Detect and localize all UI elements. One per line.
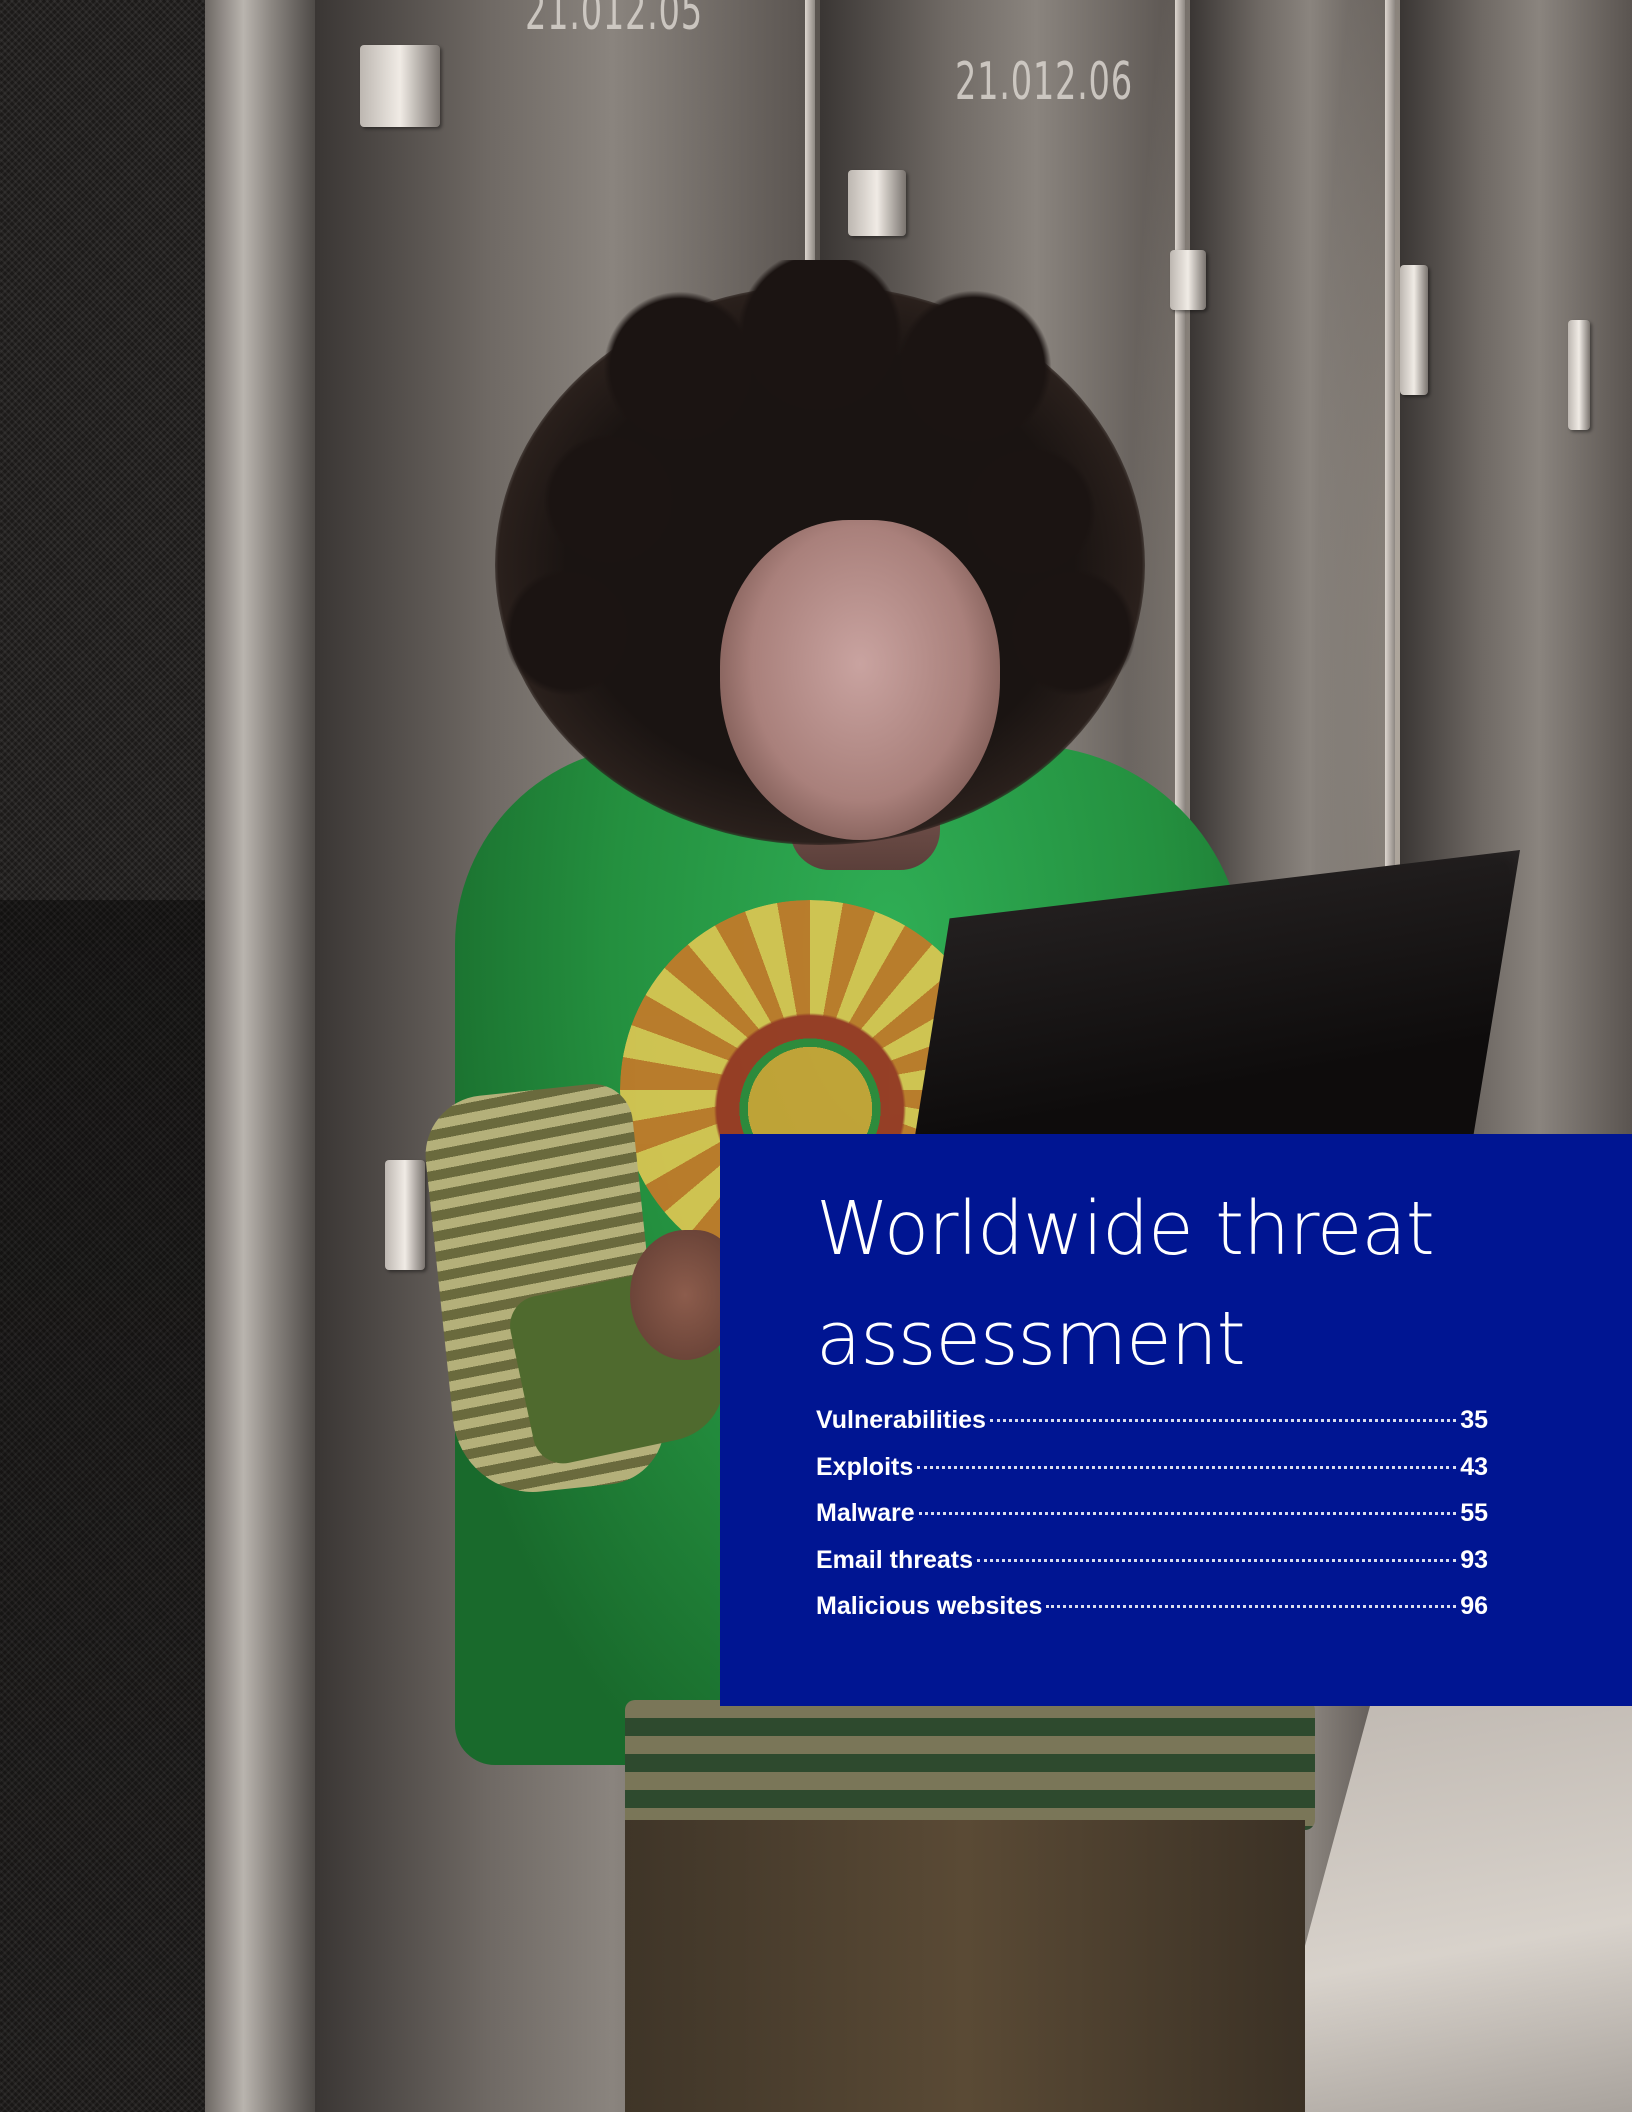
shirt-stripes	[625, 1700, 1315, 1830]
rack-number-label: 21.012.06	[955, 52, 1133, 112]
rack-handle	[360, 45, 440, 127]
rack-handle	[1568, 320, 1590, 430]
dot-leader	[1046, 1605, 1457, 1608]
dot-leader	[917, 1465, 1457, 1469]
toc-entry-page: 96	[1460, 1592, 1488, 1620]
toc-entry-page: 35	[1460, 1406, 1488, 1434]
contents-panel: Worldwide threat assessment Vulnerabilit…	[720, 1134, 1632, 1706]
rack-post	[205, 0, 315, 2112]
table-of-contents: Vulnerabilities 35 Exploits 43 Malware 5…	[816, 1406, 1488, 1639]
section-title: Worldwide threat assessment	[816, 1186, 1435, 1382]
rack-handle	[1170, 250, 1206, 310]
rack-number-label: 21.012.05	[525, 0, 703, 42]
background-photo: 21.012.05 21.012.06	[0, 0, 1632, 2112]
toc-entry-label: Exploits	[816, 1452, 914, 1481]
toc-entry-malware[interactable]: Malware 55	[816, 1499, 1488, 1546]
rack-handle	[385, 1160, 425, 1270]
toc-entry-label: Malware	[816, 1499, 915, 1527]
dot-leader	[918, 1512, 1457, 1515]
toc-entry-page: 93	[1460, 1545, 1488, 1574]
mesh-shadow	[0, 900, 215, 2112]
dot-leader	[977, 1558, 1457, 1562]
toc-entry-page: 43	[1460, 1452, 1488, 1481]
toc-entry-label: Vulnerabilities	[816, 1406, 986, 1434]
toc-entry-vulnerabilities[interactable]: Vulnerabilities 35	[816, 1406, 1488, 1453]
dot-leader	[989, 1419, 1457, 1422]
rack-handle	[1400, 265, 1428, 395]
rack-handle	[848, 170, 906, 236]
toc-entry-exploits[interactable]: Exploits 43	[816, 1453, 1488, 1500]
toc-entry-page: 55	[1460, 1499, 1488, 1527]
toc-entry-label: Malicious websites	[816, 1592, 1043, 1620]
person-pants	[625, 1820, 1305, 2112]
person-face	[720, 520, 1000, 840]
toc-entry-label: Email threats	[816, 1545, 974, 1574]
toc-entry-email-threats[interactable]: Email threats 93	[816, 1546, 1488, 1593]
toc-entry-malicious-websites[interactable]: Malicious websites 96	[816, 1592, 1488, 1639]
